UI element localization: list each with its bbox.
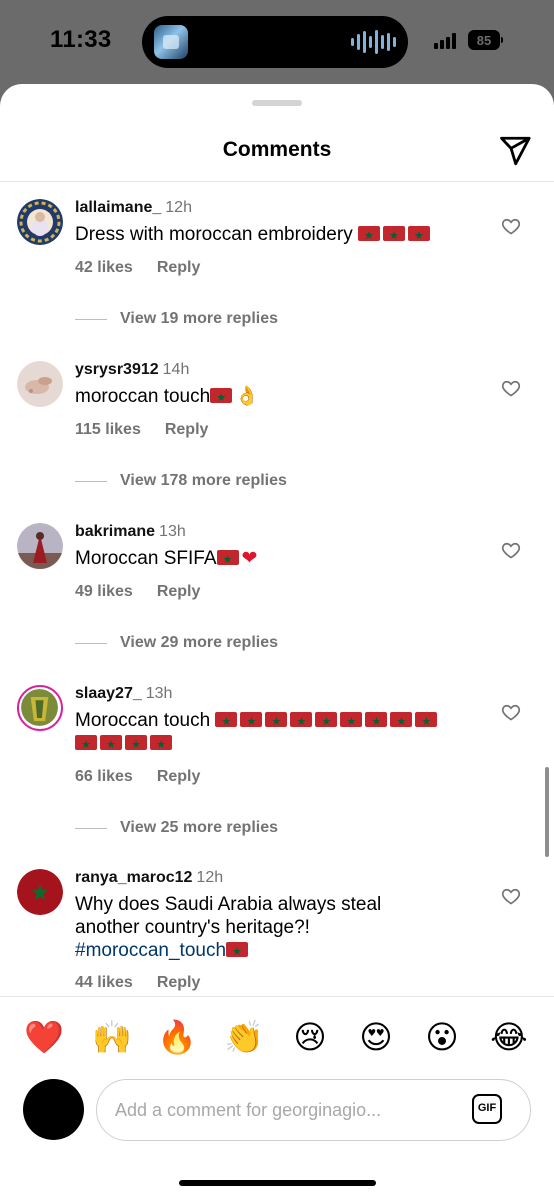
comment-timestamp: 13h <box>159 523 186 540</box>
avatar[interactable] <box>17 523 63 569</box>
replies-divider-line <box>75 827 107 829</box>
morocco-flag-emoji <box>290 710 313 733</box>
morocco-flag-emoji <box>100 733 122 756</box>
morocco-flag-emoji <box>150 733 172 756</box>
reply-button[interactable]: Reply <box>157 768 201 785</box>
likes-count[interactable]: 44 likes <box>75 974 133 991</box>
reaction-laughing-emoji[interactable]: 😂 <box>489 1017 529 1057</box>
now-playing-artwork <box>154 25 188 59</box>
morocco-flag-emoji <box>226 940 249 963</box>
like-heart-icon[interactable] <box>501 702 521 722</box>
comment-text: Moroccan SFIFA❤ <box>75 547 475 571</box>
gif-button[interactable]: GIF <box>472 1094 502 1124</box>
view-replies-button[interactable]: View 178 more replies <box>75 472 287 490</box>
comment-input[interactable] <box>96 1079 531 1141</box>
comment-username[interactable]: bakrimane 13h <box>75 523 186 541</box>
sheet-grabber-handle[interactable] <box>252 100 302 106</box>
red-heart-emoji: ❤ <box>241 547 258 569</box>
battery-level: 85 <box>476 33 492 48</box>
avatar[interactable]: ★ <box>17 869 63 915</box>
morocco-flag-emoji <box>216 548 239 571</box>
morocco-flag-emoji <box>265 710 288 733</box>
reaction-surprised-emoji[interactable]: 😮 <box>422 1017 462 1057</box>
likes-count[interactable]: 49 likes <box>75 583 133 600</box>
battery-icon: 85 <box>468 30 503 50</box>
morocco-flag-emoji <box>215 710 238 733</box>
like-heart-icon[interactable] <box>501 540 521 560</box>
comment-text: Moroccan touch <box>75 709 475 756</box>
avatar[interactable] <box>17 361 63 407</box>
home-indicator[interactable] <box>179 1180 376 1186</box>
reply-button[interactable]: Reply <box>157 259 201 276</box>
comment-timestamp: 12h <box>165 199 192 216</box>
morocco-flag-emoji <box>365 710 388 733</box>
likes-count[interactable]: 42 likes <box>75 259 133 276</box>
comment-meta: 44 likes Reply <box>75 974 200 992</box>
reaction-clapping-emoji[interactable]: 👏 <box>224 1017 264 1057</box>
status-time: 11:33 <box>50 26 112 53</box>
comment-meta: 66 likes Reply <box>75 768 200 786</box>
morocco-flag-emoji <box>390 710 413 733</box>
morocco-flag-emoji <box>240 710 263 733</box>
reply-button[interactable]: Reply <box>165 421 209 438</box>
comments-list[interactable]: lallaimane_ 12h Dress with moroccan embro… <box>0 183 554 997</box>
scrollbar[interactable] <box>545 767 549 857</box>
comment-text: Why does Saudi Arabia always steal anoth… <box>75 893 475 963</box>
sheet-title: Comments <box>222 138 332 161</box>
reply-button[interactable]: Reply <box>157 974 201 991</box>
comment-text: moroccan touch👌 <box>75 385 475 409</box>
comment-meta: 42 likes Reply <box>75 259 200 277</box>
replies-divider-line <box>75 318 107 320</box>
replies-divider-line <box>75 642 107 644</box>
comment-timestamp: 13h <box>145 685 173 702</box>
comment-username[interactable]: lallaimane_ 12h <box>75 199 192 217</box>
comment-timestamp: 14h <box>162 361 190 378</box>
svg-text:★: ★ <box>30 881 50 906</box>
reaction-crying-emoji[interactable]: 😢 <box>290 1017 330 1057</box>
dynamic-island[interactable] <box>142 16 408 68</box>
comment-timestamp: 12h <box>196 869 224 886</box>
comment-username[interactable]: ysrysr3912 14h <box>75 361 189 379</box>
replies-divider-line <box>75 480 107 482</box>
like-heart-icon[interactable] <box>501 886 521 906</box>
reaction-heart-eyes-emoji[interactable]: 😍 <box>356 1017 396 1057</box>
avatar-with-story-ring[interactable] <box>17 685 63 731</box>
hashtag-link[interactable]: #moroccan_touch <box>75 940 226 961</box>
morocco-flag-emoji <box>407 224 430 247</box>
view-replies-button[interactable]: View 29 more replies <box>75 634 278 652</box>
comment-username[interactable]: slaay27_ 13h <box>75 685 172 703</box>
comments-sheet: Comments lallaimane_ 12h Dress with moroc… <box>0 84 554 1200</box>
morocco-flag-emoji <box>340 710 363 733</box>
morocco-flag-emoji <box>415 710 438 733</box>
like-heart-icon[interactable] <box>501 378 521 398</box>
reaction-raising-hands-emoji[interactable]: 🙌 <box>92 1017 132 1057</box>
cellular-signal-icon <box>434 33 456 49</box>
current-user-avatar <box>23 1079 84 1140</box>
morocco-flag-emoji <box>125 733 147 756</box>
send-icon[interactable] <box>498 134 532 168</box>
morocco-flag-emoji <box>210 386 233 409</box>
likes-count[interactable]: 66 likes <box>75 768 133 785</box>
comment-text: Dress with moroccan embroidery <box>75 223 475 247</box>
morocco-flag-emoji <box>75 733 97 756</box>
ok-hand-emoji: 👌 <box>235 385 259 407</box>
morocco-flag-emoji <box>357 224 380 247</box>
likes-count[interactable]: 115 likes <box>75 421 141 438</box>
comment-username[interactable]: ranya_maroc12 12h <box>75 869 223 887</box>
view-replies-button[interactable]: View 25 more replies <box>75 819 278 837</box>
like-heart-icon[interactable] <box>501 216 521 236</box>
audio-waveform-icon <box>351 30 396 54</box>
avatar[interactable] <box>17 199 63 245</box>
comment-meta: 115 likes Reply <box>75 421 208 439</box>
reply-button[interactable]: Reply <box>157 583 201 600</box>
quick-reactions-bar: ❤️ 🙌 🔥 👏 😢 😍 😮 😂 <box>0 996 554 1078</box>
sheet-header: Comments <box>0 118 554 182</box>
reaction-fire-emoji[interactable]: 🔥 <box>157 1017 197 1057</box>
reaction-heart-emoji[interactable]: ❤️ <box>24 1017 64 1057</box>
comment-meta: 49 likes Reply <box>75 583 200 601</box>
morocco-flag-emoji <box>382 224 405 247</box>
status-bar: 11:33 85 <box>0 0 554 84</box>
morocco-flag-emoji <box>315 710 338 733</box>
view-replies-button[interactable]: View 19 more replies <box>75 310 278 328</box>
